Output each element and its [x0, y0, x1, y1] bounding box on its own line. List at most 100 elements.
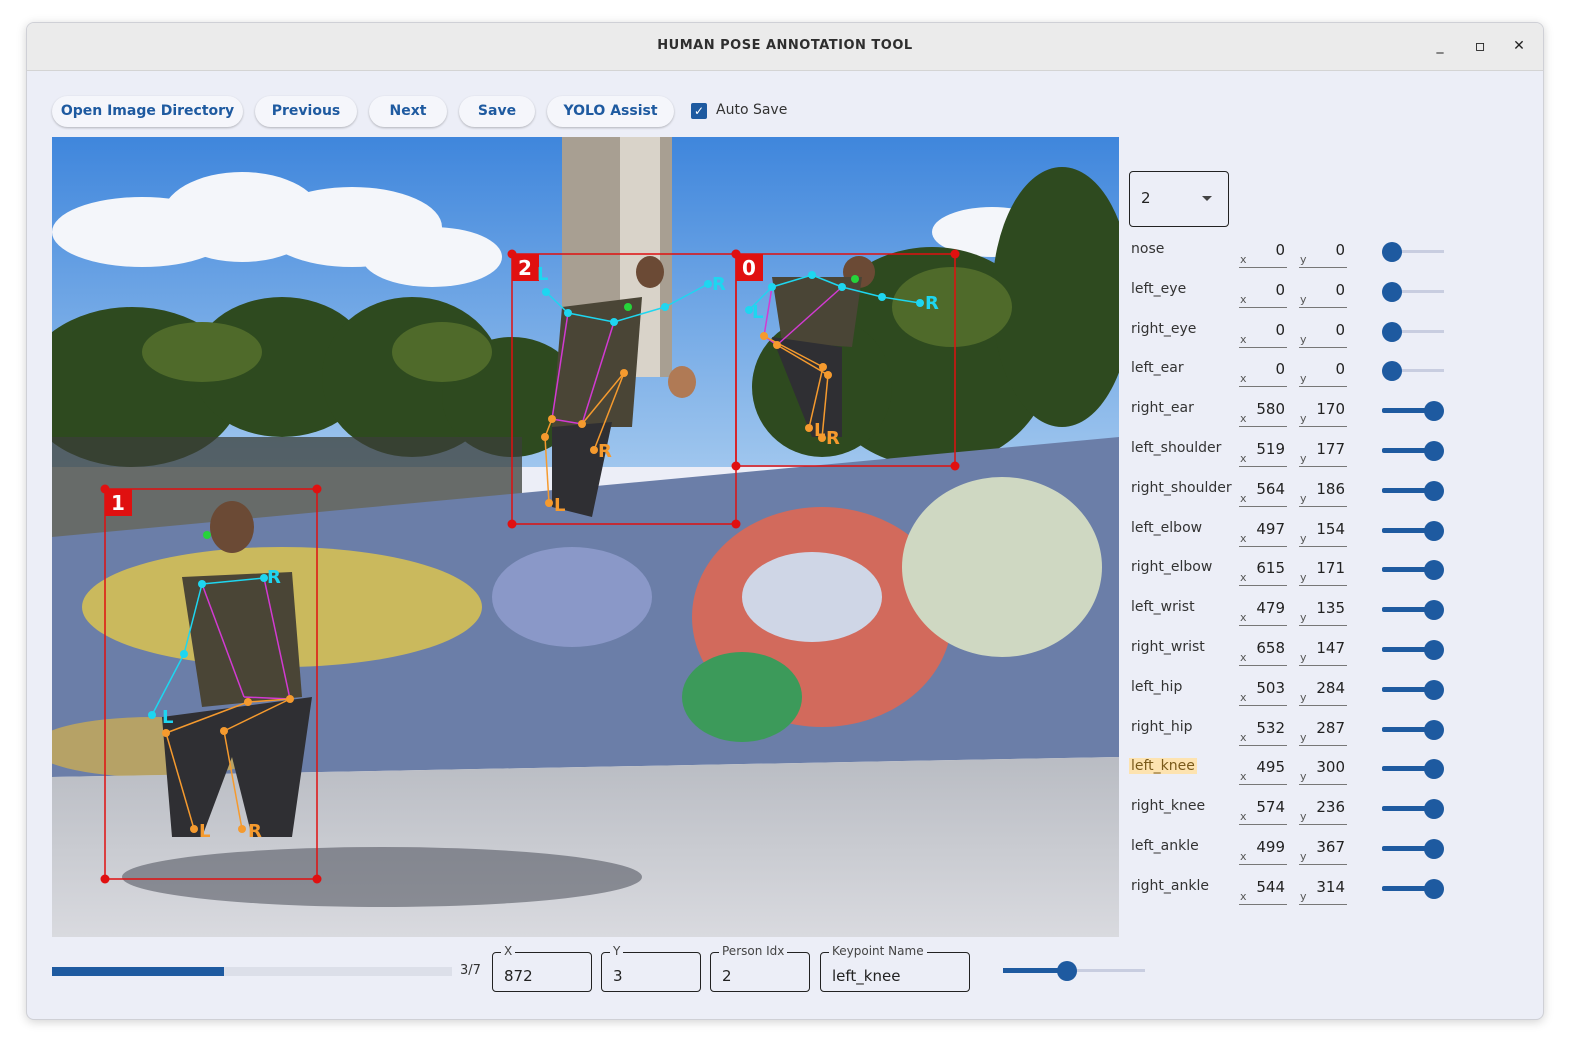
- keypoint-name[interactable]: left_ear: [1129, 360, 1186, 376]
- visibility-slider[interactable]: [1382, 241, 1444, 263]
- slider-knob[interactable]: [1382, 282, 1402, 302]
- keypoint-name[interactable]: right_hip: [1129, 719, 1195, 735]
- visibility-slider[interactable]: [1382, 440, 1444, 462]
- keypoint-name[interactable]: right_eye: [1129, 321, 1198, 337]
- keypoint-x-input[interactable]: x 564: [1239, 480, 1287, 507]
- zoom-slider[interactable]: [1003, 960, 1145, 982]
- keypoint-y-input[interactable]: y 186: [1299, 480, 1347, 507]
- keypoint-name[interactable]: left_wrist: [1129, 599, 1197, 615]
- x-field[interactable]: X 872: [492, 944, 592, 992]
- slider-knob[interactable]: [1424, 680, 1444, 700]
- slider-knob[interactable]: [1424, 799, 1444, 819]
- keypoint-name[interactable]: right_elbow: [1129, 559, 1214, 575]
- auto-save-checkbox[interactable]: ✓: [691, 103, 707, 119]
- keypoint-y-input[interactable]: y0: [1299, 321, 1347, 348]
- keypoint-name[interactable]: right_knee: [1129, 798, 1207, 814]
- keypoint-y-input[interactable]: y0: [1299, 281, 1347, 308]
- slider-knob[interactable]: [1424, 441, 1444, 461]
- keypoint-y-input[interactable]: y 314: [1299, 878, 1347, 905]
- y-field[interactable]: Y 3: [601, 944, 701, 992]
- keypoint-x-input[interactable]: x 532: [1239, 719, 1287, 746]
- visibility-slider[interactable]: [1382, 480, 1444, 502]
- keypoint-name[interactable]: nose: [1129, 241, 1166, 257]
- keypoint-x-input[interactable]: x 615: [1239, 559, 1287, 586]
- visibility-slider[interactable]: [1382, 679, 1444, 701]
- keypoint-y-input[interactable]: y 170: [1299, 400, 1347, 427]
- visibility-slider[interactable]: [1382, 360, 1444, 382]
- slider-knob[interactable]: [1424, 879, 1444, 899]
- annotated-image[interactable]: 012 LRL RL RLRL RL R: [52, 137, 1119, 937]
- save-button[interactable]: Save: [459, 96, 535, 127]
- visibility-slider[interactable]: [1382, 599, 1444, 621]
- keypoint-x-input[interactable]: x0: [1239, 360, 1287, 387]
- slider-knob[interactable]: [1382, 242, 1402, 262]
- keypoint-y-input[interactable]: y 147: [1299, 639, 1347, 666]
- minimize-button[interactable]: _: [1429, 35, 1451, 57]
- keypoint-name[interactable]: right_shoulder: [1129, 480, 1234, 496]
- visibility-slider[interactable]: [1382, 758, 1444, 780]
- image-canvas[interactable]: 012 LRLRLRLRLRLR: [52, 137, 1119, 937]
- keypoint-x-input[interactable]: x 544: [1239, 878, 1287, 905]
- keypoint-y-input[interactable]: y 236: [1299, 798, 1347, 825]
- slider-knob[interactable]: [1382, 361, 1402, 381]
- person-idx-field[interactable]: Person Idx 2: [710, 944, 810, 992]
- slider-knob[interactable]: [1424, 839, 1444, 859]
- keypoint-x-input[interactable]: x0: [1239, 241, 1287, 268]
- slider-knob[interactable]: [1424, 521, 1444, 541]
- keypoint-x-input[interactable]: x 580: [1239, 400, 1287, 427]
- keypoint-x-input[interactable]: x 495: [1239, 758, 1287, 785]
- keypoint-name-field[interactable]: Keypoint Name left_knee: [820, 944, 970, 992]
- keypoint-x-input[interactable]: x 503: [1239, 679, 1287, 706]
- previous-button[interactable]: Previous: [255, 96, 357, 127]
- keypoint-y-input[interactable]: y 367: [1299, 838, 1347, 865]
- slider-knob[interactable]: [1424, 481, 1444, 501]
- keypoint-name[interactable]: left_hip: [1129, 679, 1184, 695]
- keypoint-y-input[interactable]: y 284: [1299, 679, 1347, 706]
- keypoint-y-input[interactable]: y 171: [1299, 559, 1347, 586]
- visibility-slider[interactable]: [1382, 559, 1444, 581]
- close-button[interactable]: ✕: [1508, 35, 1530, 57]
- keypoint-x-input[interactable]: x0: [1239, 321, 1287, 348]
- keypoint-name[interactable]: left_eye: [1129, 281, 1188, 297]
- keypoint-name[interactable]: left_knee: [1129, 758, 1197, 774]
- keypoint-y-input[interactable]: y 154: [1299, 520, 1347, 547]
- keypoint-x-input[interactable]: x 519: [1239, 440, 1287, 467]
- keypoint-x-input[interactable]: x 499: [1239, 838, 1287, 865]
- person-select[interactable]: 2: [1129, 171, 1229, 227]
- keypoint-name[interactable]: left_ankle: [1129, 838, 1201, 854]
- slider-knob[interactable]: [1424, 560, 1444, 580]
- visibility-slider[interactable]: [1382, 520, 1444, 542]
- visibility-slider[interactable]: [1382, 400, 1444, 422]
- keypoint-y-input[interactable]: y 177: [1299, 440, 1347, 467]
- keypoint-y-input[interactable]: y0: [1299, 360, 1347, 387]
- slider-knob[interactable]: [1424, 600, 1444, 620]
- slider-knob[interactable]: [1382, 322, 1402, 342]
- keypoint-x-input[interactable]: x 479: [1239, 599, 1287, 626]
- keypoint-name[interactable]: right_ankle: [1129, 878, 1211, 894]
- visibility-slider[interactable]: [1382, 838, 1444, 860]
- visibility-slider[interactable]: [1382, 639, 1444, 661]
- visibility-slider[interactable]: [1382, 719, 1444, 741]
- keypoint-x-input[interactable]: x0: [1239, 281, 1287, 308]
- keypoint-y-input[interactable]: y 287: [1299, 719, 1347, 746]
- keypoint-name[interactable]: right_wrist: [1129, 639, 1207, 655]
- keypoint-x-input[interactable]: x 497: [1239, 520, 1287, 547]
- slider-knob[interactable]: [1424, 401, 1444, 421]
- zoom-knob[interactable]: [1056, 961, 1077, 981]
- visibility-slider[interactable]: [1382, 281, 1444, 303]
- keypoint-y-input[interactable]: y 300: [1299, 758, 1347, 785]
- yolo-assist-button[interactable]: YOLO Assist: [547, 96, 674, 127]
- visibility-slider[interactable]: [1382, 798, 1444, 820]
- keypoint-x-input[interactable]: x 658: [1239, 639, 1287, 666]
- maximize-button[interactable]: ▫: [1469, 35, 1491, 57]
- keypoint-x-input[interactable]: x 574: [1239, 798, 1287, 825]
- keypoint-y-input[interactable]: y 135: [1299, 599, 1347, 626]
- slider-knob[interactable]: [1424, 640, 1444, 660]
- slider-knob[interactable]: [1424, 720, 1444, 740]
- keypoint-name[interactable]: right_ear: [1129, 400, 1196, 416]
- keypoint-name[interactable]: left_shoulder: [1129, 440, 1223, 456]
- visibility-slider[interactable]: [1382, 321, 1444, 343]
- slider-knob[interactable]: [1424, 759, 1444, 779]
- next-button[interactable]: Next: [369, 96, 447, 127]
- keypoint-y-input[interactable]: y0: [1299, 241, 1347, 268]
